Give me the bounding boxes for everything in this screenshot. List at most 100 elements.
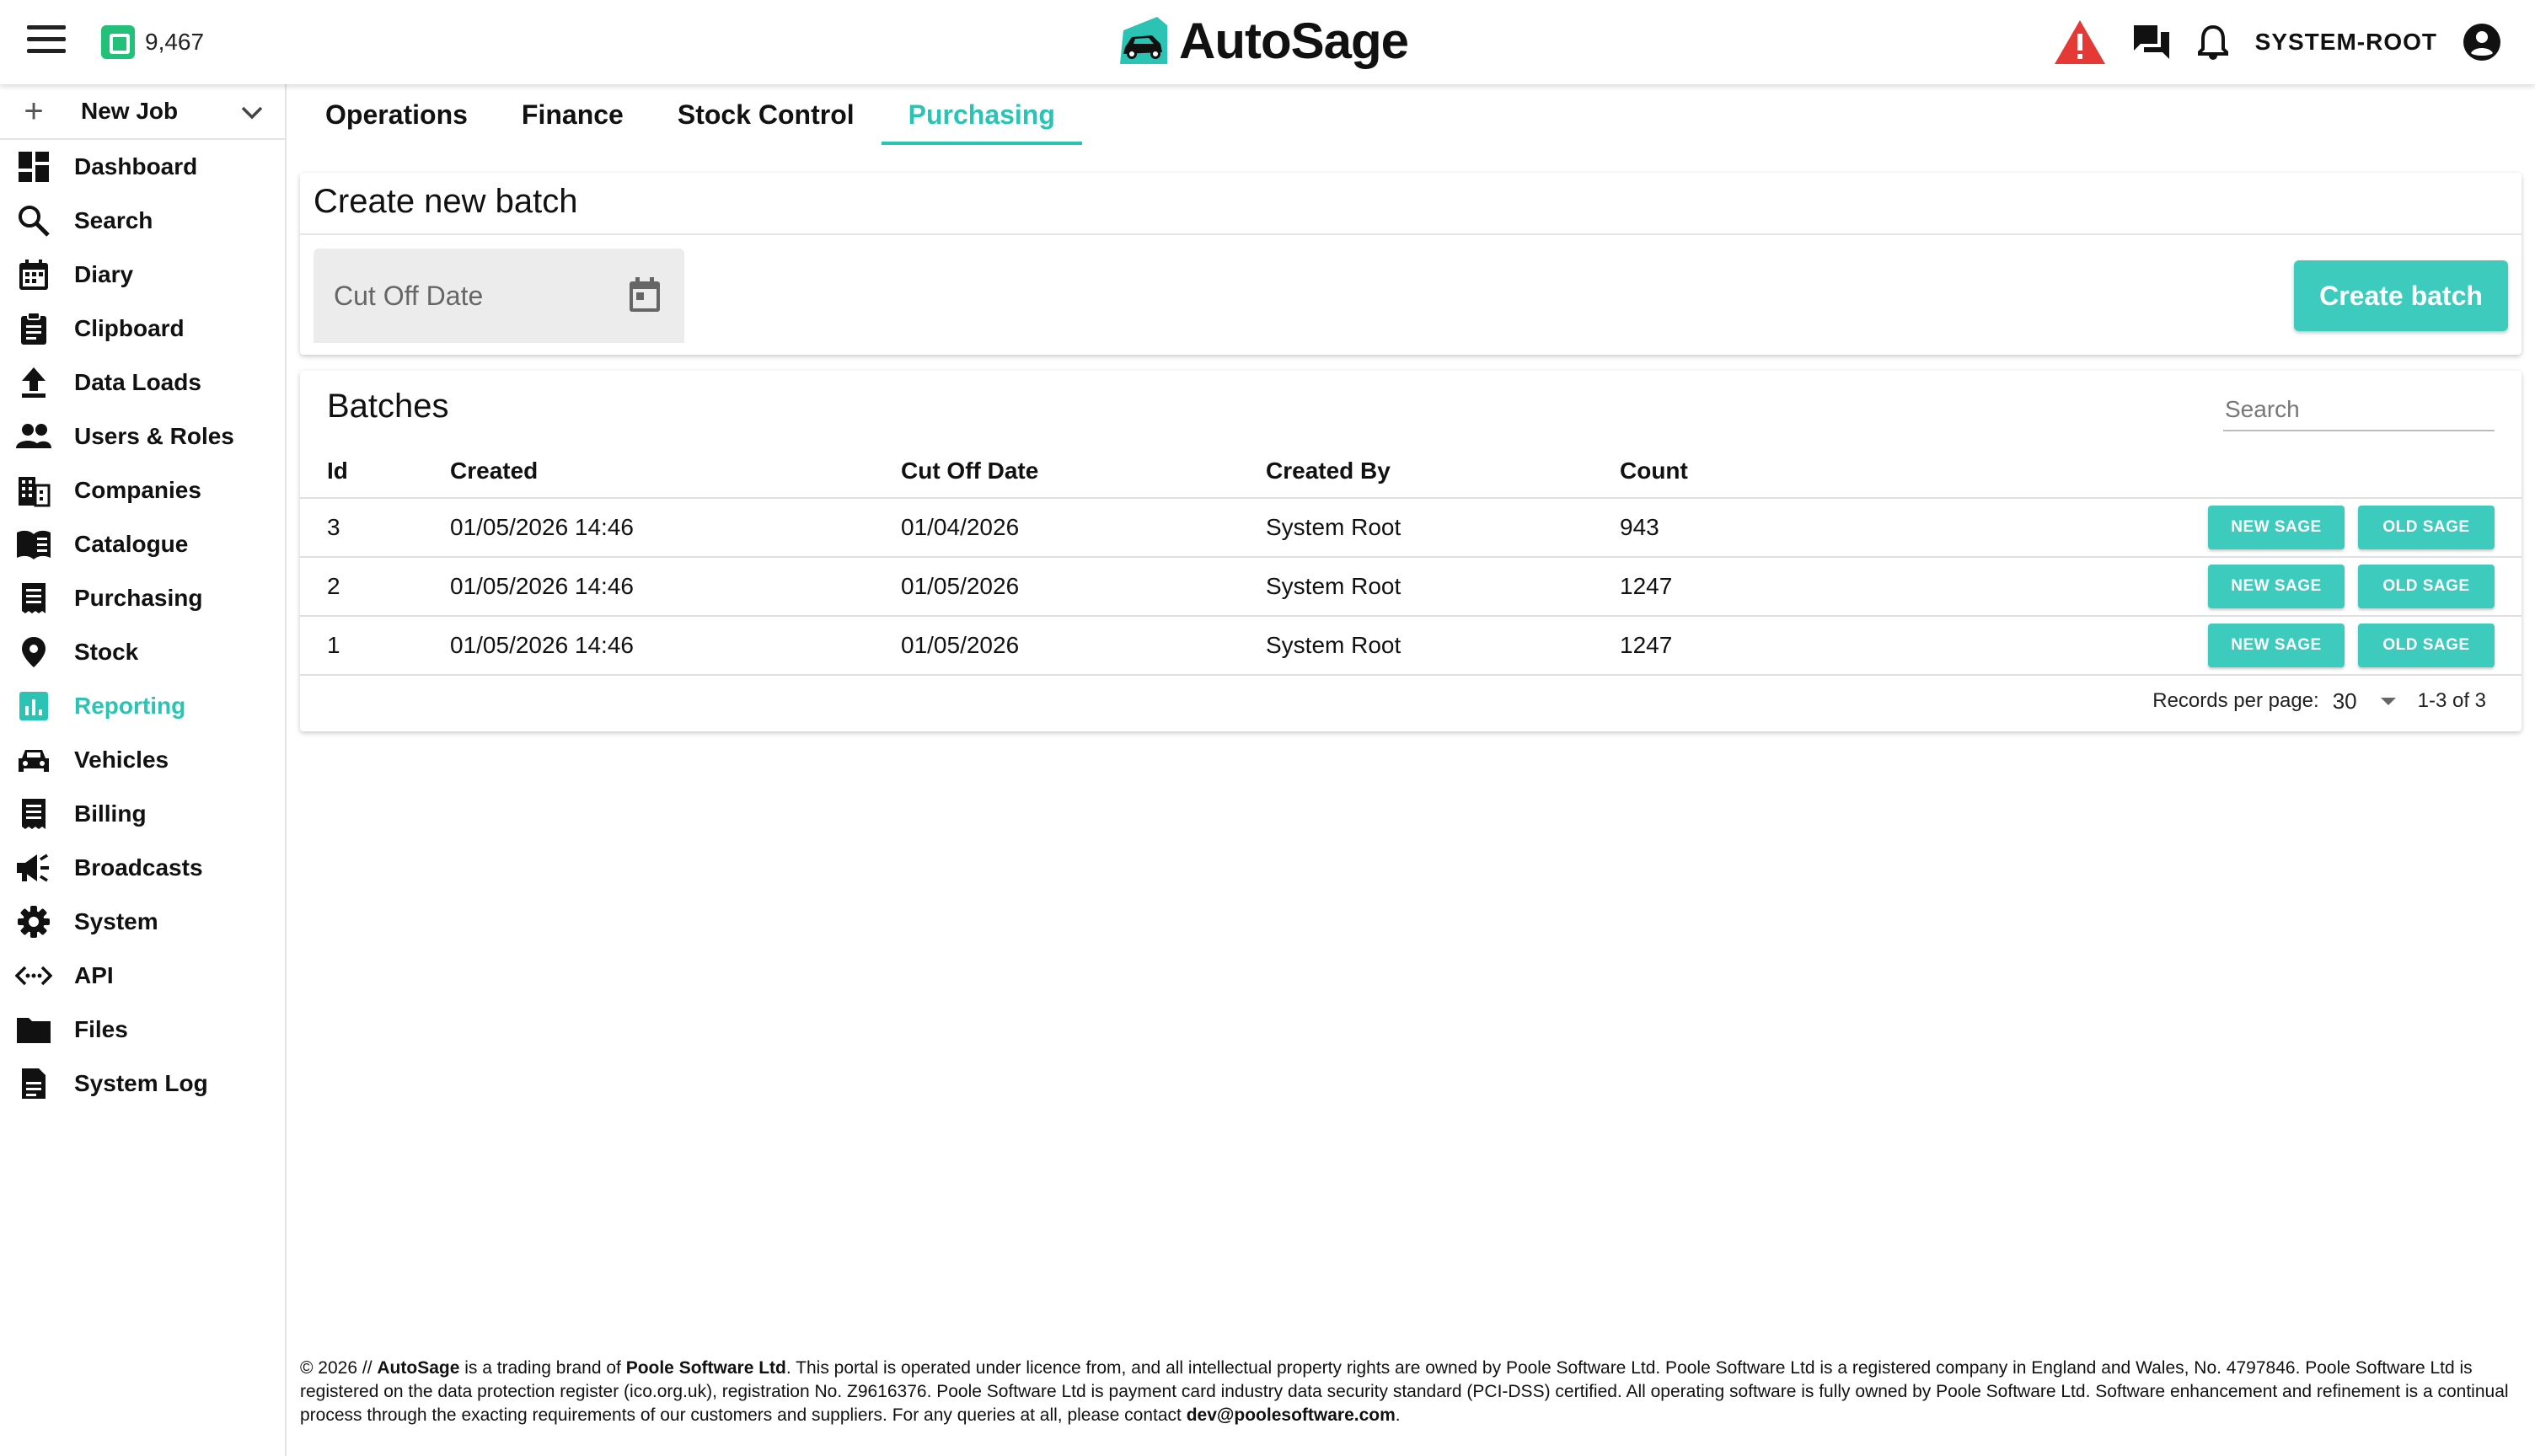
column-header-created-by[interactable]: Created By — [1266, 445, 1620, 499]
cell-id: 2 — [300, 557, 450, 617]
old-sage-button[interactable]: OLD SAGE — [2358, 565, 2495, 608]
bell-icon[interactable] — [2196, 24, 2230, 61]
cell-created: 01/05/2026 14:46 — [450, 498, 901, 558]
brand-name: AutoSage — [1179, 12, 1409, 69]
create-batch-button[interactable]: Create batch — [2294, 260, 2508, 331]
old-sage-button[interactable]: OLD SAGE — [2358, 624, 2495, 667]
sidebar-item-label: Purchasing — [74, 585, 203, 611]
sidebar-item-label: System Log — [74, 1070, 208, 1096]
sidebar-item-catalogue[interactable]: Catalogue — [0, 517, 285, 571]
sidebar-item-label: Diary — [74, 261, 134, 287]
upload-icon — [15, 364, 52, 401]
search-input[interactable] — [2223, 391, 2498, 428]
cell-created-by: System Root — [1266, 616, 1620, 676]
sidebar-item-users-roles[interactable]: Users & Roles — [0, 410, 285, 463]
cell-actions: NEW SAGE OLD SAGE — [2041, 498, 2522, 558]
new-sage-button[interactable]: NEW SAGE — [2208, 624, 2345, 667]
credit-balance[interactable]: 9,467 — [101, 24, 204, 61]
table-row: 2 01/05/2026 14:46 01/05/2026 System Roo… — [300, 557, 2522, 617]
sidebar-item-label: Search — [74, 207, 153, 233]
sidebar-item-label: Billing — [74, 800, 147, 827]
sidebar-item-label: API — [74, 962, 114, 988]
brand-logo[interactable]: AutoSage — [1117, 7, 1409, 74]
sidebar-item-broadcasts[interactable]: Broadcasts — [0, 841, 285, 895]
sidebar-item-search[interactable]: Search — [0, 194, 285, 248]
top-app-bar: 9,467 AutoSage SYSTEM-ROOT — [0, 0, 2535, 84]
sidebar-item-data-loads[interactable]: Data Loads — [0, 356, 285, 410]
pagination: Records per page: 30 1-3 of 3 — [2152, 684, 2486, 718]
footer-text: © 2026 // — [300, 1358, 378, 1378]
cell-count: 1247 — [1620, 557, 2041, 617]
sidebar-item-purchasing[interactable]: Purchasing — [0, 571, 285, 625]
new-sage-button[interactable]: NEW SAGE — [2208, 565, 2345, 608]
megaphone-icon — [15, 849, 52, 886]
column-header-created[interactable]: Created — [450, 445, 901, 499]
records-per-page-select[interactable]: 30 — [2333, 688, 2357, 715]
records-per-page-label: Records per page: — [2152, 689, 2319, 712]
chat-icon[interactable] — [2132, 24, 2171, 61]
car-logo-icon — [1120, 17, 1167, 64]
search-field[interactable] — [2223, 391, 2498, 431]
dashboard-icon — [15, 148, 52, 185]
sidebar-item-api[interactable]: API — [0, 949, 285, 1003]
column-header-count[interactable]: Count — [1620, 445, 2041, 499]
chart-icon — [15, 688, 52, 725]
sidebar: + New Job Dashboard Search Diary Clipboa… — [0, 84, 287, 1456]
column-header-actions — [2041, 445, 2522, 499]
tab-stock-control[interactable]: Stock Control — [651, 84, 882, 145]
column-header-id[interactable]: Id — [300, 445, 450, 499]
footer-legal-text: © 2026 // AutoSage is a trading brand of… — [300, 1357, 2522, 1427]
sidebar-item-system[interactable]: System — [0, 895, 285, 949]
calendar-icon[interactable] — [627, 276, 662, 314]
footer-text: is a trading brand of — [459, 1358, 626, 1378]
search-icon — [15, 202, 52, 239]
hamburger-menu-icon[interactable] — [27, 25, 66, 59]
calendar-icon — [15, 256, 52, 293]
cell-created-by: System Root — [1266, 498, 1620, 558]
sidebar-item-diary[interactable]: Diary — [0, 248, 285, 302]
tab-purchasing[interactable]: Purchasing — [881, 84, 1083, 145]
footer-contact-email[interactable]: dev@poolesoftware.com — [1187, 1405, 1396, 1425]
footer-text: . — [1395, 1405, 1401, 1425]
sidebar-item-reporting[interactable]: Reporting — [0, 679, 285, 733]
sidebar-item-files[interactable]: Files — [0, 1003, 285, 1057]
new-job-button[interactable]: + New Job — [0, 84, 285, 140]
pagination-range: 1-3 of 3 — [2417, 689, 2486, 712]
sidebar-item-label: Broadcasts — [74, 854, 203, 881]
document-icon — [15, 1065, 52, 1102]
sidebar-item-billing[interactable]: Billing — [0, 787, 285, 841]
book-icon — [15, 526, 52, 563]
old-sage-button[interactable]: OLD SAGE — [2358, 506, 2495, 549]
sidebar-item-system-log[interactable]: System Log — [0, 1057, 285, 1111]
receipt-icon — [15, 580, 52, 617]
cell-cut-off-date: 01/05/2026 — [901, 616, 1266, 676]
warning-icon[interactable] — [2053, 19, 2107, 66]
batches-title: Batches — [327, 388, 449, 425]
sidebar-item-clipboard[interactable]: Clipboard — [0, 302, 285, 356]
sidebar-item-companies[interactable]: Companies — [0, 463, 285, 517]
sidebar-item-label: Users & Roles — [74, 423, 234, 449]
sidebar-item-label: Companies — [74, 477, 201, 503]
user-name[interactable]: SYSTEM-ROOT — [2255, 29, 2437, 56]
receipt-icon — [15, 795, 52, 832]
cell-actions: NEW SAGE OLD SAGE — [2041, 616, 2522, 676]
divider — [300, 233, 2522, 235]
tab-finance[interactable]: Finance — [495, 84, 651, 145]
credit-balance-value: 9,467 — [145, 29, 205, 55]
sidebar-item-label: Data Loads — [74, 369, 201, 395]
cell-count: 943 — [1620, 498, 2041, 558]
chevron-down-icon[interactable] — [239, 99, 265, 125]
tab-operations[interactable]: Operations — [298, 84, 495, 145]
dropdown-arrow-icon[interactable] — [2379, 695, 2398, 707]
table-row: 1 01/05/2026 14:46 01/05/2026 System Roo… — [300, 616, 2522, 676]
top-right-actions: SYSTEM-ROOT — [2028, 17, 2501, 67]
cut-off-date-field[interactable]: Cut Off Date — [314, 249, 684, 343]
column-header-cut-off-date[interactable]: Cut Off Date — [901, 445, 1266, 499]
account-circle-icon[interactable] — [2463, 23, 2501, 62]
sidebar-item-dashboard[interactable]: Dashboard — [0, 140, 285, 194]
sidebar-item-stock[interactable]: Stock — [0, 625, 285, 679]
cell-created-by: System Root — [1266, 557, 1620, 617]
sidebar-item-vehicles[interactable]: Vehicles — [0, 733, 285, 787]
new-sage-button[interactable]: NEW SAGE — [2208, 506, 2345, 549]
footer-company: Poole Software Ltd — [625, 1358, 786, 1378]
